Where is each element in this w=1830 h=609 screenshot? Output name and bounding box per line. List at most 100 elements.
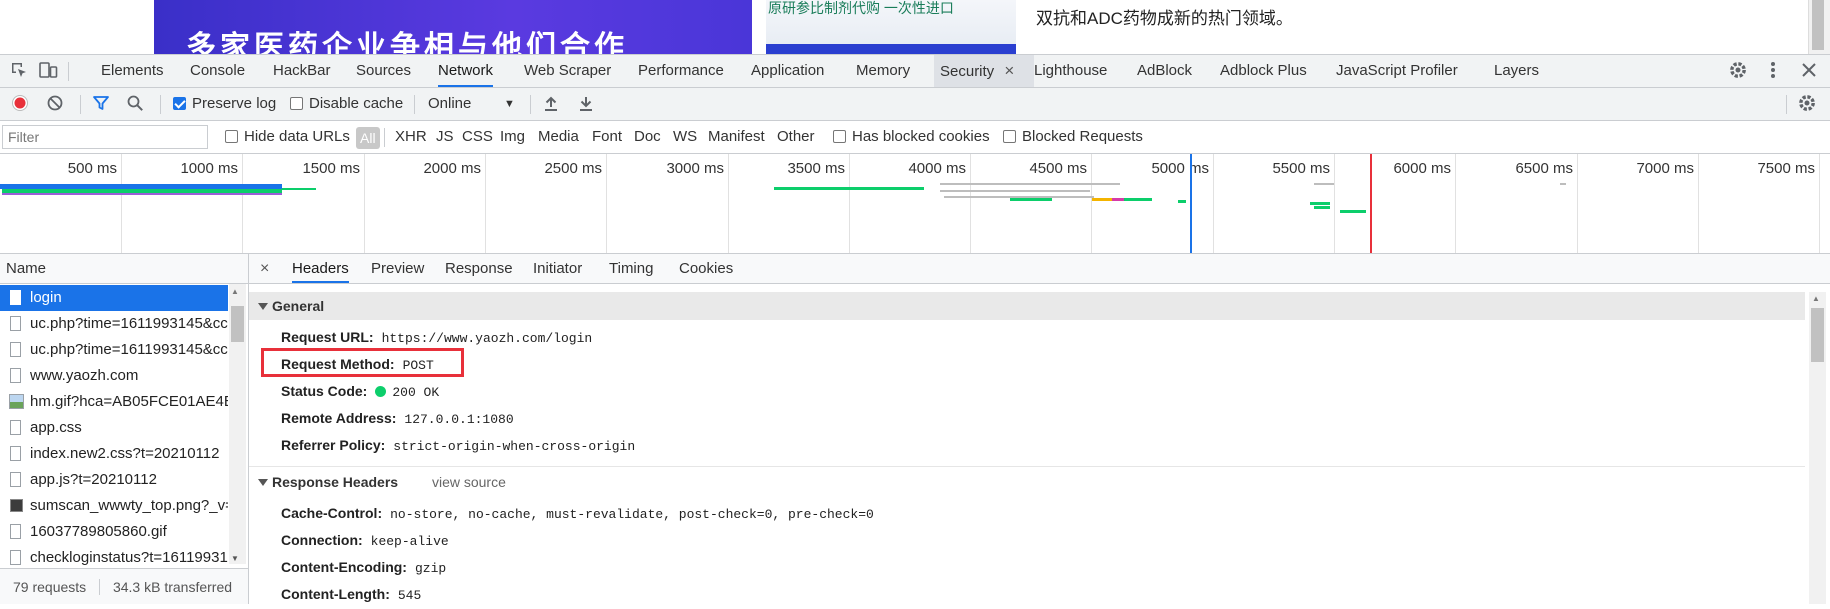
request-name: app.css — [30, 419, 82, 436]
disable-cache-label: Disable cache — [309, 95, 404, 112]
inspect-element-icon[interactable] — [6, 55, 32, 87]
tab-layers[interactable]: Layers — [1494, 55, 1539, 87]
request-row[interactable]: www.yaozh.com — [0, 363, 228, 389]
type-filter-js[interactable]: JS — [436, 121, 454, 153]
record-button[interactable] — [11, 88, 29, 120]
clear-icon[interactable] — [46, 88, 64, 120]
promo-image[interactable]: 原研参比制剂代购 一次性进口 — [766, 0, 1016, 54]
timeline-tick-label: 7000 ms — [1636, 160, 1694, 177]
response-headers-section-header[interactable]: Response Headers view source — [249, 468, 1805, 496]
header-row: Referrer Policy: strict-origin-when-cross… — [281, 437, 636, 454]
tab-network[interactable]: Network — [438, 55, 494, 87]
kebab-menu-icon[interactable] — [1760, 55, 1786, 87]
type-filter-ws[interactable]: WS — [673, 121, 697, 153]
request-row[interactable]: 16037789805860.gif — [0, 519, 228, 545]
tab-web-scraper[interactable]: Web Scraper — [524, 55, 611, 87]
request-row[interactable]: app.js?t=20210112 — [0, 467, 228, 493]
type-filter-other[interactable]: Other — [777, 121, 815, 153]
request-name: hm.gif?hca=AB05FCE01AE4E3 — [30, 393, 228, 410]
checkbox-unchecked-icon[interactable] — [833, 130, 846, 143]
timeline-tick-label: 5500 ms — [1272, 160, 1330, 177]
type-filter-all[interactable]: All — [356, 127, 380, 149]
tab-cookies[interactable]: Cookies — [679, 254, 733, 283]
tab-initiator[interactable]: Initiator — [533, 254, 582, 283]
tab-elements[interactable]: Elements — [101, 55, 164, 87]
checkbox-unchecked-icon[interactable] — [225, 130, 238, 143]
waterfall-bar — [1124, 198, 1152, 201]
request-row[interactable]: hm.gif?hca=AB05FCE01AE4E3 — [0, 389, 228, 415]
page-scrollbar-thumb[interactable] — [1812, 0, 1824, 50]
tab-timing[interactable]: Timing — [609, 254, 653, 283]
filter-icon[interactable] — [92, 88, 110, 120]
view-source-link[interactable]: view source — [432, 474, 506, 490]
type-filter-xhr[interactable]: XHR — [395, 121, 427, 153]
tab-application[interactable]: Application — [751, 55, 824, 87]
tab-sources[interactable]: Sources — [356, 55, 411, 87]
tab-memory[interactable]: Memory — [856, 55, 910, 87]
tab-preview[interactable]: Preview — [371, 254, 424, 283]
filter-input[interactable] — [2, 125, 208, 149]
export-har-icon[interactable] — [578, 88, 594, 120]
has-blocked-cookies-checkbox[interactable]: Has blocked cookies — [833, 121, 990, 153]
hide-data-urls-checkbox[interactable]: Hide data URLs — [225, 121, 350, 153]
type-filter-doc[interactable]: Doc — [634, 121, 661, 153]
tab-console[interactable]: Console — [190, 55, 245, 87]
search-icon[interactable] — [126, 88, 144, 120]
timeline-grid-line — [242, 154, 243, 253]
document-file-icon — [10, 524, 21, 539]
waterfall-bar — [1092, 198, 1114, 201]
throttling-select[interactable]: Online ▼ — [428, 88, 528, 120]
header-row: Request URL: https://www.yaozh.com/login — [281, 329, 593, 346]
tab-hackbar[interactable]: HackBar — [273, 55, 331, 87]
timeline-grid-line — [1213, 154, 1214, 253]
checkbox-unchecked-icon[interactable] — [290, 97, 303, 110]
gear-icon[interactable] — [1724, 55, 1752, 87]
type-filter-font[interactable]: Font — [592, 121, 622, 153]
type-filter-img[interactable]: Img — [500, 121, 525, 153]
tab-security[interactable]: Security × — [934, 55, 1034, 87]
import-har-icon[interactable] — [543, 88, 559, 120]
request-row[interactable]: sumscan_wwwty_top.png?_v= — [0, 493, 228, 519]
tab-performance[interactable]: Performance — [638, 55, 724, 87]
request-row-selected[interactable]: login — [0, 285, 228, 311]
disable-cache-checkbox[interactable]: Disable cache — [290, 88, 403, 120]
tab-response[interactable]: Response — [445, 254, 513, 283]
checkbox-unchecked-icon[interactable] — [1003, 130, 1016, 143]
throttling-value: Online — [428, 95, 472, 112]
document-file-icon — [10, 368, 21, 383]
preserve-log-checkbox[interactable]: Preserve log — [173, 88, 276, 120]
request-row[interactable]: app.css — [0, 415, 228, 441]
tab-headers[interactable]: Headers — [292, 254, 349, 283]
requests-scrollbar-thumb[interactable] — [231, 306, 244, 342]
tab-javascript-profiler[interactable]: JavaScript Profiler — [1336, 55, 1458, 87]
transferred-size: 34.3 kB transferred — [112, 579, 233, 595]
general-section-header[interactable]: General — [249, 292, 1805, 320]
device-toolbar-icon[interactable] — [36, 55, 62, 87]
close-tab-icon[interactable]: × — [1004, 61, 1014, 80]
request-row[interactable]: index.new2.css?t=20210112 — [0, 441, 228, 467]
details-scrollbar-thumb[interactable] — [1811, 308, 1824, 362]
has-blocked-cookies-label: Has blocked cookies — [852, 128, 990, 145]
request-row[interactable]: uc.php?time=1611993145&cc — [0, 337, 228, 363]
scroll-up-icon[interactable]: ▲ — [231, 287, 239, 296]
scroll-down-icon[interactable]: ▼ — [231, 554, 239, 563]
document-file-icon — [10, 550, 21, 565]
tab-adblock-plus[interactable]: Adblock Plus — [1220, 55, 1307, 87]
waterfall-bar — [940, 190, 1090, 192]
close-details-icon[interactable]: × — [260, 254, 269, 283]
scroll-up-icon[interactable]: ▲ — [1812, 294, 1820, 303]
tab-adblock[interactable]: AdBlock — [1137, 55, 1192, 87]
banner-image[interactable]: 多家医药企业争相与他们合作 — [154, 0, 752, 54]
checkbox-checked-icon[interactable] — [173, 97, 186, 110]
request-row[interactable]: uc.php?time=1611993145&cc — [0, 311, 228, 337]
network-settings-gear-icon[interactable] — [1797, 88, 1817, 120]
name-column-header[interactable]: Name — [0, 254, 248, 284]
type-filter-media[interactable]: Media — [538, 121, 579, 153]
tab-lighthouse[interactable]: Lighthouse — [1034, 55, 1107, 87]
blocked-requests-checkbox[interactable]: Blocked Requests — [1003, 121, 1143, 153]
network-overview-timeline[interactable]: 500 ms 1000 ms 1500 ms 2000 ms 2500 ms 3000 m… — [0, 154, 1830, 254]
request-name: 16037789805860.gif — [30, 523, 167, 540]
type-filter-css[interactable]: CSS — [462, 121, 493, 153]
type-filter-manifest[interactable]: Manifest — [708, 121, 765, 153]
close-icon[interactable] — [1796, 55, 1822, 87]
